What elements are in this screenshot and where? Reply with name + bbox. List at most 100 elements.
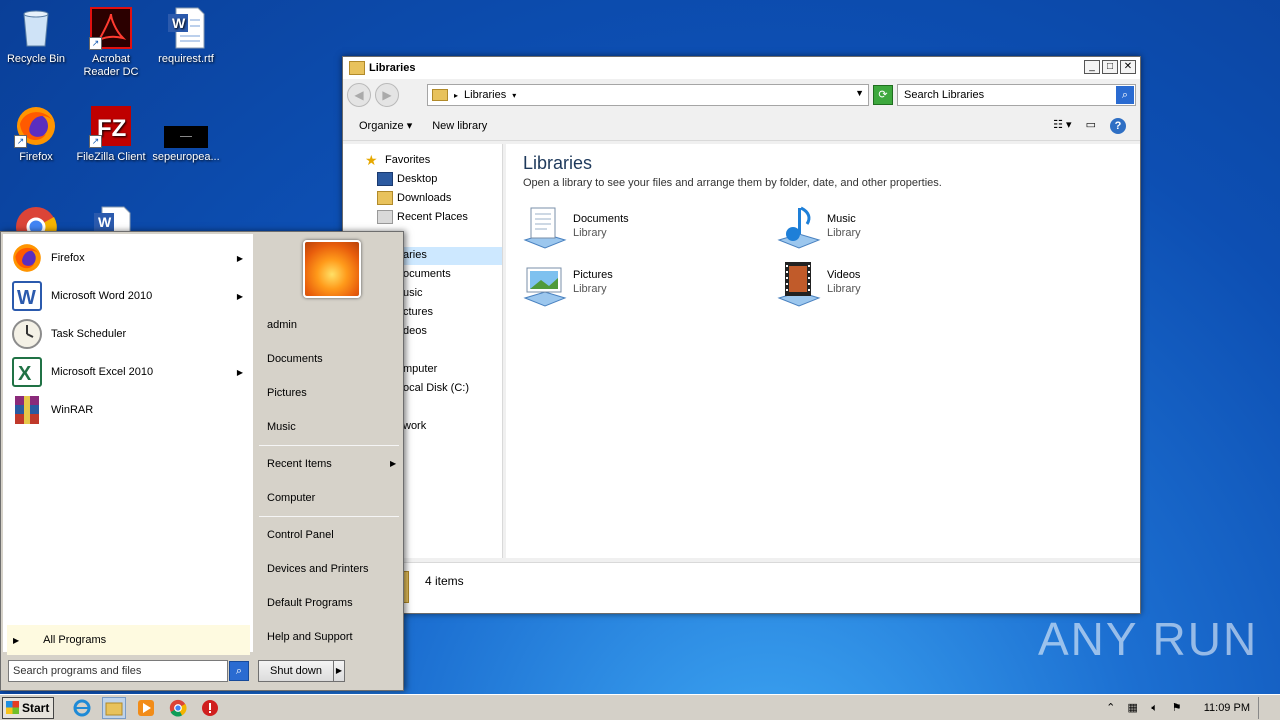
- word-desktop-icon[interactable]: W: [90, 205, 134, 231]
- taskbar-stop-app[interactable]: [198, 697, 222, 719]
- start-link-help-support[interactable]: Help and Support: [267, 631, 353, 643]
- start-link-admin[interactable]: admin: [267, 319, 297, 331]
- search-icon[interactable]: ⌕: [1116, 86, 1134, 104]
- action-center-flag-icon[interactable]: ⚑: [1170, 701, 1184, 715]
- desktop-icon-acrobat[interactable]: ↗ Acrobat Reader DC: [75, 6, 147, 79]
- library-videos[interactable]: Videos Library: [775, 260, 861, 307]
- svg-text:W: W: [172, 15, 186, 31]
- maximize-button[interactable]: □: [1102, 60, 1118, 74]
- nav-music[interactable]: usic: [403, 287, 423, 299]
- nav-videos[interactable]: deos: [403, 325, 427, 337]
- nav-network[interactable]: work: [403, 420, 426, 432]
- nav-computer[interactable]: mputer: [403, 363, 437, 375]
- start-link-documents[interactable]: Documents: [267, 353, 323, 365]
- clock[interactable]: 11:09 PM: [1204, 702, 1250, 714]
- title-bar[interactable]: Libraries _ □ ✕: [343, 57, 1140, 79]
- submenu-arrow-icon[interactable]: ▶: [237, 368, 243, 377]
- nav-favorites[interactable]: ★ Favorites: [365, 153, 430, 167]
- shutdown-options-arrow-icon[interactable]: ▶: [333, 660, 345, 682]
- refresh-button[interactable]: ⟳: [873, 85, 893, 105]
- desktop-icon: [377, 172, 393, 186]
- page-title: Libraries: [523, 153, 593, 173]
- library-pictures[interactable]: Pictures Library: [521, 260, 613, 307]
- desktop-icon-filezilla[interactable]: FZ ↗ FileZilla Client: [75, 104, 147, 164]
- show-desktop-button[interactable]: [1258, 697, 1272, 719]
- nav-libraries[interactable]: aries: [403, 249, 427, 261]
- start-link-computer[interactable]: Computer: [267, 492, 315, 504]
- videos-library-icon: [775, 260, 823, 307]
- network-icon[interactable]: ▦: [1126, 701, 1140, 715]
- documents-library-icon: [521, 204, 569, 249]
- minimize-button[interactable]: _: [1084, 60, 1100, 74]
- details-pane: 4 items: [343, 562, 1140, 613]
- back-button[interactable]: ◀: [347, 83, 371, 107]
- volume-icon[interactable]: 🔈︎: [1148, 701, 1162, 715]
- new-library-button[interactable]: New library: [432, 120, 487, 132]
- desktop-icon-requirest[interactable]: W requirest.rtf: [150, 6, 222, 66]
- media-player-icon: [138, 699, 154, 716]
- start-button[interactable]: Start: [2, 696, 54, 719]
- taskbar-explorer[interactable]: [102, 696, 126, 719]
- start-link-devices-printers[interactable]: Devices and Printers: [267, 563, 369, 575]
- help-icon[interactable]: ?: [1110, 118, 1126, 134]
- recent-items-arrow-icon[interactable]: ▶: [390, 459, 396, 468]
- taskbar-media-player[interactable]: [134, 697, 158, 719]
- breadcrumb-chevron-icon[interactable]: ▸: [454, 91, 458, 100]
- breadcrumb-dropdown-icon[interactable]: ▾: [512, 91, 516, 100]
- start-menu[interactable]: Firefox ▶ W Microsoft Word 2010 ▶ Task S…: [0, 231, 404, 691]
- desktop-icon-label: requirest.rtf: [158, 53, 214, 65]
- search-libraries-input[interactable]: Search Libraries ⌕: [897, 84, 1136, 106]
- library-music[interactable]: Music Library: [775, 204, 861, 249]
- recent-places-icon: [377, 210, 393, 224]
- forward-button[interactable]: ▶: [375, 83, 399, 107]
- submenu-arrow-icon[interactable]: ▶: [237, 254, 243, 263]
- nav-desktop[interactable]: Desktop: [377, 172, 437, 186]
- taskbar-chrome[interactable]: [166, 697, 190, 719]
- start-program-excel[interactable]: X Microsoft Excel 2010 ▶: [11, 356, 251, 388]
- start-program-task-scheduler[interactable]: Task Scheduler: [11, 318, 251, 350]
- address-bar[interactable]: ▸ Libraries ▾ ▼: [427, 84, 869, 106]
- all-programs-button[interactable]: ▶ All Programs: [7, 625, 250, 655]
- chrome-desktop-icon[interactable]: [14, 205, 58, 231]
- shutdown-button[interactable]: Shut down: [258, 660, 334, 682]
- nav-pictures[interactable]: ctures: [403, 306, 433, 318]
- nav-local-disk[interactable]: ocal Disk (C:): [403, 382, 469, 394]
- start-link-control-panel[interactable]: Control Panel: [267, 529, 334, 541]
- user-avatar[interactable]: [303, 240, 361, 298]
- content-pane[interactable]: Libraries Open a library to see your fil…: [506, 144, 1140, 558]
- organize-button[interactable]: Organize ▾: [359, 119, 412, 132]
- start-program-firefox[interactable]: Firefox ▶: [11, 242, 251, 274]
- start-link-default-programs[interactable]: Default Programs: [267, 597, 353, 609]
- desktop-icon-firefox[interactable]: ↗ Firefox: [0, 104, 72, 164]
- desktop-icon-label: Acrobat Reader DC: [83, 53, 139, 78]
- library-documents[interactable]: Documents Library: [521, 204, 629, 249]
- folder-icon: [105, 702, 123, 715]
- nav-recent-places[interactable]: Recent Places: [377, 210, 468, 224]
- search-icon[interactable]: ⌕: [229, 661, 249, 681]
- desktop-icon-label: Firefox: [19, 151, 53, 163]
- desktop-icon-sepeuropea[interactable]: sepeuropea...: [150, 104, 222, 164]
- library-kind: Library: [573, 227, 607, 239]
- filezilla-icon: FZ ↗: [89, 104, 133, 148]
- preview-pane-icon[interactable]: ▭: [1086, 118, 1096, 134]
- start-program-winrar[interactable]: WinRAR: [11, 394, 251, 426]
- close-button[interactable]: ✕: [1120, 60, 1136, 74]
- address-history-dropdown-icon[interactable]: ▼: [855, 88, 864, 98]
- desktop-icon-recycle-bin[interactable]: Recycle Bin: [0, 6, 72, 66]
- submenu-arrow-icon[interactable]: ▶: [237, 292, 243, 301]
- windows-logo-icon: [6, 701, 19, 714]
- start-program-word[interactable]: W Microsoft Word 2010 ▶: [11, 280, 251, 312]
- start-link-music[interactable]: Music: [267, 421, 296, 433]
- taskbar-internet-explorer[interactable]: [70, 697, 94, 719]
- start-search-input[interactable]: Search programs and files: [8, 660, 228, 682]
- library-name: Pictures: [573, 269, 613, 281]
- item-count: 4 items: [425, 574, 464, 588]
- explorer-window[interactable]: Libraries _ □ ✕ ◀ ▶ ▸ Libraries ▾ ▼ ⟳ Se…: [342, 56, 1141, 614]
- show-hidden-icons-icon[interactable]: ⌃: [1104, 701, 1118, 715]
- nav-downloads[interactable]: Downloads: [377, 191, 451, 205]
- change-view-icon[interactable]: ☷ ▾: [1053, 118, 1071, 134]
- start-link-recent-items[interactable]: Recent Items: [267, 458, 332, 470]
- breadcrumb-libraries[interactable]: Libraries: [464, 89, 506, 101]
- nav-documents[interactable]: ocuments: [403, 268, 451, 280]
- start-link-pictures[interactable]: Pictures: [267, 387, 307, 399]
